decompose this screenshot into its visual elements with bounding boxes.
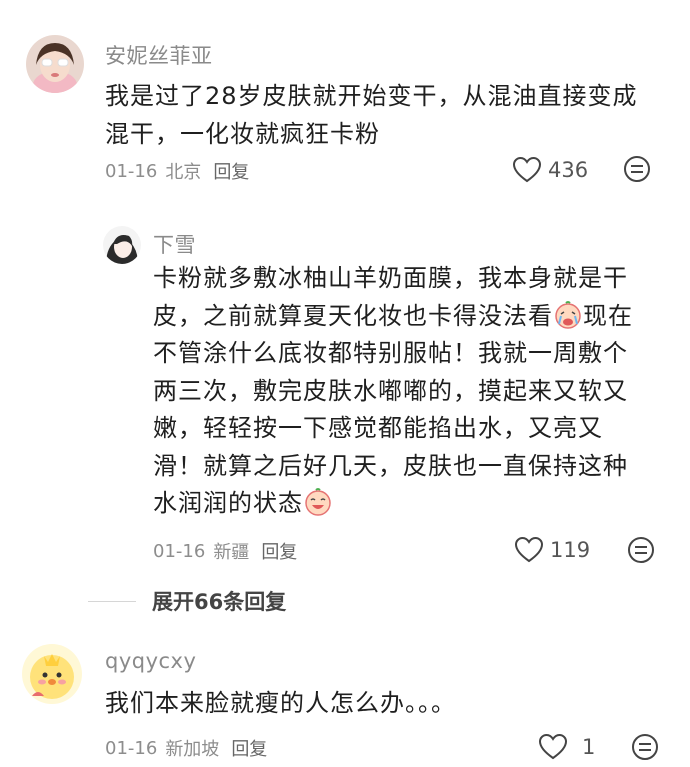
avatar-anisifeiya[interactable] [26, 35, 84, 93]
comment-1-location: 北京 [165, 162, 202, 183]
comment-1-date: 01-16 [105, 160, 158, 182]
reply-1-meta: 01-16 新疆 回复 [153, 538, 297, 564]
comment-1-like-count: 436 [548, 158, 589, 182]
comment-2-text: 我们本来脸就瘦的人怎么办。。。 [105, 689, 456, 717]
comment-2-meta: 01-16 新加坡 回复 [105, 735, 267, 761]
crying-face-emoji [555, 300, 581, 329]
avatar-xiaxue[interactable] [103, 226, 141, 264]
more-options-icon [628, 537, 654, 563]
heart-outline-icon [512, 156, 542, 183]
comment-1-meta: 01-16 北京 回复 [105, 158, 249, 184]
reply-1-text: 卡粉就多敷冰柚山羊奶面膜，我本身就是干皮，之前就算夏天化妆也卡得没法看 现在不管… [153, 260, 649, 523]
comment-2-username[interactable]: qyqycxy [105, 649, 196, 673]
heart-outline-icon [538, 733, 568, 760]
reply-1-date: 01-16 [153, 540, 206, 562]
comment-1-reply-button[interactable]: 回复 [213, 158, 249, 184]
comment-1-like-button[interactable]: 436 [512, 156, 588, 184]
reply-1-more-button[interactable] [627, 536, 655, 568]
reply-1-like-count: 119 [550, 538, 591, 562]
comment-2-like-button[interactable]: 1 [538, 733, 595, 761]
reply-1-like-button[interactable]: 119 [514, 536, 590, 564]
comment-2-date: 01-16 [105, 737, 158, 759]
reply-1-location: 新疆 [213, 542, 250, 563]
more-options-icon [632, 734, 658, 760]
comment-2-location: 新加坡 [165, 739, 220, 760]
expand-replies-button[interactable]: 展开66条回复 [88, 586, 286, 616]
comment-1-text: 我是过了28岁皮肤就开始变干，从混油直接变成混干，一化妆就疯狂卡粉 [105, 82, 638, 148]
more-options-icon [624, 156, 650, 182]
laughing-face-emoji [305, 488, 331, 516]
avatar-qyqycxy[interactable] [22, 644, 82, 704]
comment-1-more-button[interactable] [623, 155, 651, 187]
expand-divider [88, 600, 136, 602]
comment-2-like-count: 1 [582, 735, 596, 759]
comment-1-username[interactable]: 安妮丝菲亚 [105, 40, 213, 70]
comment-2-reply-button[interactable]: 回复 [231, 735, 267, 761]
expand-replies-label: 展开66条回复 [152, 590, 287, 614]
reply-1-username[interactable]: 下雪 [153, 229, 196, 259]
comment-2-more-button[interactable] [631, 733, 659, 765]
reply-1-reply-button[interactable]: 回复 [261, 538, 297, 564]
heart-outline-icon [514, 536, 544, 563]
reply-1-text-part2: 现在不管涂什么底妆都特别服帖！我就一周敷个两三次，敷完皮肤水嘟嘟的，摸起来又软又… [153, 301, 633, 518]
